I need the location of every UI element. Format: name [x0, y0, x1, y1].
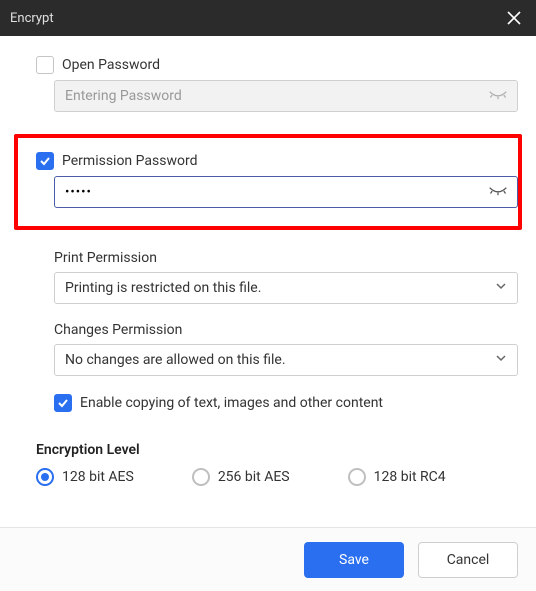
cancel-button[interactable]: Cancel [418, 542, 518, 578]
close-icon [507, 11, 521, 25]
print-permission-select[interactable]: Printing is restricted on this file. [54, 272, 518, 304]
encryption-option-128-aes[interactable]: 128 bit AES [36, 468, 134, 486]
open-password-input[interactable] [54, 80, 518, 112]
chevron-down-icon [495, 280, 507, 296]
radio-label: 256 bit AES [218, 469, 290, 485]
radio-icon [192, 468, 210, 486]
changes-permission-value: No changes are allowed on this file. [65, 352, 286, 368]
permission-password-highlight: Permission Password [14, 134, 522, 230]
permission-password-label: Permission Password [62, 153, 197, 169]
permission-password-checkbox[interactable] [36, 152, 54, 170]
save-button-label: Save [339, 552, 369, 568]
titlebar: Encrypt [0, 0, 536, 36]
dialog-footer: Save Cancel [0, 527, 536, 591]
chevron-down-icon [495, 352, 507, 368]
print-permission-value: Printing is restricted on this file. [65, 280, 261, 296]
dialog-title: Encrypt [10, 11, 54, 26]
save-button[interactable]: Save [304, 542, 404, 578]
changes-permission-label: Changes Permission [54, 322, 518, 338]
eye-closed-icon[interactable] [488, 181, 508, 201]
encryption-option-128-rc4[interactable]: 128 bit RC4 [348, 468, 446, 486]
close-button[interactable] [500, 4, 528, 32]
enable-copying-checkbox[interactable] [54, 394, 72, 412]
print-permission-label: Print Permission [54, 250, 518, 266]
radio-label: 128 bit RC4 [374, 469, 446, 485]
enable-copying-label: Enable copying of text, images and other… [80, 395, 383, 411]
radio-icon [348, 468, 366, 486]
encryption-option-256-aes[interactable]: 256 bit AES [192, 468, 290, 486]
eye-closed-icon[interactable] [488, 85, 508, 105]
radio-icon [36, 468, 54, 486]
cancel-button-label: Cancel [447, 552, 490, 568]
encryption-level-title: Encryption Level [36, 442, 518, 458]
radio-label: 128 bit AES [62, 469, 134, 485]
changes-permission-select[interactable]: No changes are allowed on this file. [54, 344, 518, 376]
open-password-checkbox[interactable] [36, 56, 54, 74]
dialog-content: Open Password Permission Password [0, 36, 536, 486]
permission-password-input[interactable] [54, 176, 518, 208]
open-password-label: Open Password [62, 57, 160, 73]
